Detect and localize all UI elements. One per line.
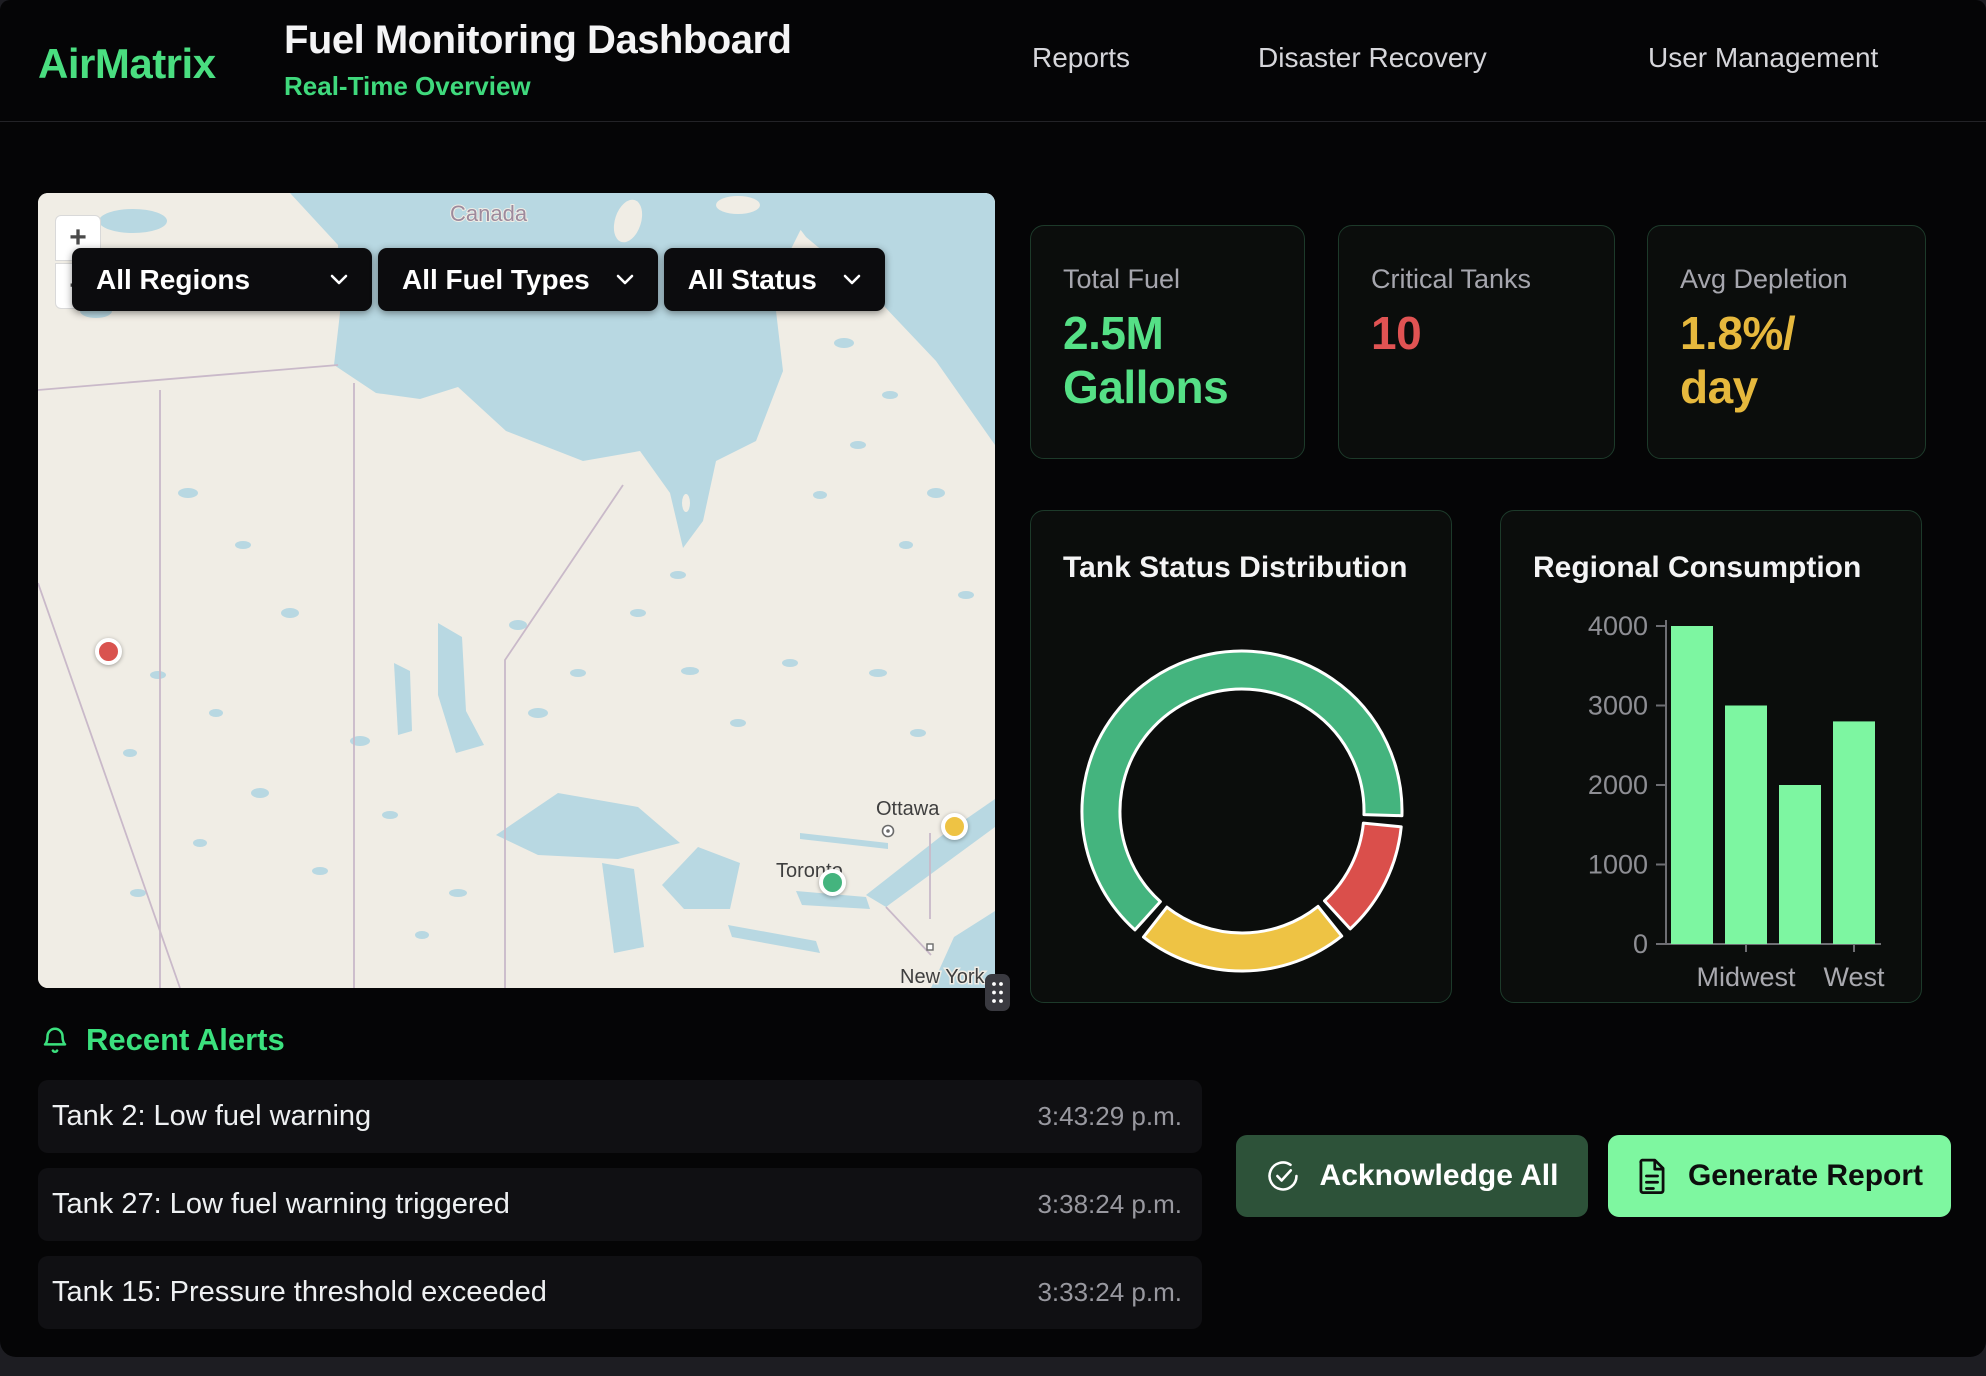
alert-message: Tank 15: Pressure threshold exceeded bbox=[52, 1276, 547, 1309]
alert-message: Tank 27: Low fuel warning triggered bbox=[52, 1188, 510, 1221]
svg-text:3000: 3000 bbox=[1588, 691, 1648, 721]
fuel-types-dropdown-label: All Fuel Types bbox=[402, 264, 590, 296]
alert-row: Tank 2: Low fuel warning 3:43:29 p.m. bbox=[38, 1080, 1202, 1153]
header: AirMatrix Fuel Monitoring Dashboard Real… bbox=[0, 0, 1986, 122]
alert-time: 3:43:29 p.m. bbox=[1037, 1101, 1182, 1132]
stat-card-critical-tanks: Critical Tanks 10 bbox=[1338, 225, 1615, 459]
acknowledge-all-button[interactable]: Acknowledge All bbox=[1236, 1135, 1588, 1217]
chevron-down-icon bbox=[843, 274, 861, 285]
page-title: Fuel Monitoring Dashboard bbox=[284, 18, 791, 63]
map-canvas: Canada Ottawa Toronto New York bbox=[38, 193, 995, 988]
alerts-title: Recent Alerts bbox=[86, 1022, 285, 1058]
grip-dots-icon bbox=[991, 981, 1004, 1004]
alert-row: Tank 15: Pressure threshold exceeded 3:3… bbox=[38, 1256, 1202, 1329]
tank-status-title: Tank Status Distribution bbox=[1063, 551, 1407, 585]
dashboard-root: AirMatrix Fuel Monitoring Dashboard Real… bbox=[0, 0, 1986, 1357]
regions-dropdown[interactable]: All Regions bbox=[72, 248, 372, 311]
status-dropdown[interactable]: All Status bbox=[664, 248, 885, 311]
status-dropdown-label: All Status bbox=[688, 264, 817, 296]
stat-label: Avg Depletion bbox=[1680, 264, 1893, 295]
map-filters: All Regions All Fuel Types All Status bbox=[72, 248, 885, 311]
svg-text:4000: 4000 bbox=[1588, 611, 1648, 641]
tank-marker-warning[interactable] bbox=[941, 813, 968, 840]
tank-status-donut bbox=[1077, 643, 1407, 979]
svg-text:0: 0 bbox=[1633, 929, 1648, 959]
nav-disaster-recovery[interactable]: Disaster Recovery bbox=[1258, 42, 1487, 74]
stat-value-total-fuel: 2.5MGallons bbox=[1063, 307, 1272, 415]
stat-label: Critical Tanks bbox=[1371, 264, 1582, 295]
stat-value-avg-depletion: 1.8%/day bbox=[1680, 307, 1893, 415]
svg-text:Midwest: Midwest bbox=[1696, 962, 1796, 992]
page-subtitle: Real-Time Overview bbox=[284, 71, 791, 102]
chevron-down-icon bbox=[330, 274, 348, 285]
stat-card-total-fuel: Total Fuel 2.5MGallons bbox=[1030, 225, 1305, 459]
regional-consumption-bars: 0 1000 2000 3000 4000 Midwest West bbox=[1501, 531, 1923, 1004]
alert-row: Tank 27: Low fuel warning triggered 3:38… bbox=[38, 1168, 1202, 1241]
tank-marker-normal[interactable] bbox=[819, 869, 846, 896]
title-block: Fuel Monitoring Dashboard Real-Time Over… bbox=[284, 18, 791, 102]
stat-card-avg-depletion: Avg Depletion 1.8%/day bbox=[1647, 225, 1926, 459]
svg-text:West: West bbox=[1823, 962, 1885, 992]
brand-logo[interactable]: AirMatrix bbox=[38, 40, 216, 88]
acknowledge-all-label: Acknowledge All bbox=[1320, 1159, 1559, 1193]
report-document-icon bbox=[1636, 1158, 1668, 1194]
map-label-ottawa: Ottawa bbox=[876, 798, 940, 820]
generate-report-label: Generate Report bbox=[1688, 1159, 1923, 1193]
bell-icon bbox=[40, 1023, 70, 1057]
check-circle-icon bbox=[1266, 1159, 1300, 1193]
regions-dropdown-label: All Regions bbox=[96, 264, 250, 296]
map-panel[interactable]: Canada Ottawa Toronto New York + − All R… bbox=[38, 193, 995, 988]
generate-report-button[interactable]: Generate Report bbox=[1608, 1135, 1951, 1217]
tank-status-card: Tank Status Distribution bbox=[1030, 510, 1452, 1003]
nav-user-management[interactable]: User Management bbox=[1648, 42, 1878, 74]
map-label-country: Canada bbox=[450, 201, 528, 226]
svg-text:1000: 1000 bbox=[1588, 850, 1648, 880]
alert-time: 3:33:24 p.m. bbox=[1037, 1277, 1182, 1308]
stat-value-critical-tanks: 10 bbox=[1371, 307, 1582, 361]
map-label-newyork: New York bbox=[900, 966, 985, 988]
nav-reports[interactable]: Reports bbox=[1032, 42, 1130, 74]
alert-message: Tank 2: Low fuel warning bbox=[52, 1100, 371, 1133]
svg-text:2000: 2000 bbox=[1588, 770, 1648, 800]
tank-marker-critical[interactable] bbox=[95, 638, 122, 665]
fuel-types-dropdown[interactable]: All Fuel Types bbox=[378, 248, 658, 311]
chevron-down-icon bbox=[616, 274, 634, 285]
regional-consumption-card: Regional Consumption 01000200030004000Mi… bbox=[1500, 510, 1922, 1003]
alerts-header: Recent Alerts bbox=[40, 1022, 285, 1058]
stat-label: Total Fuel bbox=[1063, 264, 1272, 295]
alert-time: 3:38:24 p.m. bbox=[1037, 1189, 1182, 1220]
map-drag-handle[interactable] bbox=[985, 974, 1010, 1011]
